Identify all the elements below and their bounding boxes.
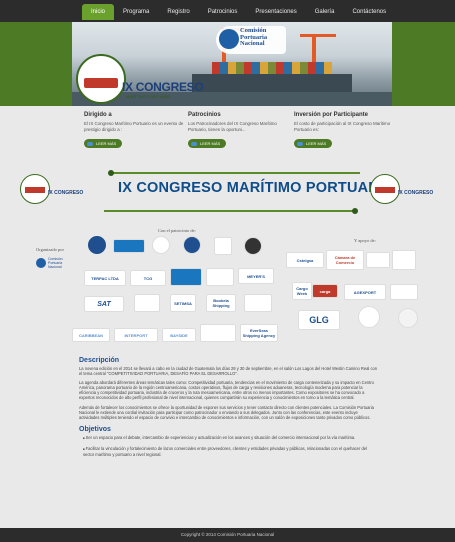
- ship-graphic: [192, 74, 352, 92]
- crane-arm-graphic: [300, 34, 336, 37]
- info-title: Patrocinios: [188, 112, 221, 118]
- objectives-heading: Objetivos: [79, 425, 111, 433]
- description-paragraph: La agenda abordará diferentes áreas temá…: [79, 380, 374, 401]
- congreso-banner: IX CONGRESO IX CONGRESO MARÍTIMO PORTUAR…: [0, 166, 455, 218]
- sponsor-logo[interactable]: [200, 324, 236, 342]
- description-paragraph: Además de fortalecer los conocimientos s…: [79, 404, 374, 420]
- support-logo-cargo-week[interactable]: Cargo Week: [292, 282, 312, 300]
- info-title: Dirigido a: [84, 112, 112, 118]
- description-heading: Descripción: [79, 357, 120, 364]
- sponsor-logo-setimsa[interactable]: SETIMSA: [170, 294, 196, 312]
- congreso-logo-subtitle: MARÍTIMO PORTUARIO: [126, 94, 171, 99]
- sponsor-logo-meyers[interactable]: MEYER'S: [238, 268, 274, 284]
- objectives-list: Ser un espacio para el debate, intercamb…: [79, 435, 379, 457]
- organized-by-label: Organizado por: [36, 247, 65, 252]
- nav-presentaciones[interactable]: Presentaciones: [246, 4, 305, 20]
- info-inversion: Inversión por Participante El costo de p…: [294, 112, 394, 150]
- objective-item: Ser un espacio para el debate, intercamb…: [83, 435, 379, 441]
- description-paragraph: La novena edición en el 2014 se llevará …: [79, 366, 378, 377]
- sponsor-logo[interactable]: [244, 237, 262, 255]
- sponsor-logo[interactable]: [206, 268, 234, 286]
- leer-mas-button[interactable]: LEER MÁS: [84, 139, 123, 149]
- support-logo[interactable]: [366, 252, 390, 268]
- leer-mas-button[interactable]: LEER MÁS: [188, 139, 227, 149]
- divider-line: [110, 172, 360, 174]
- banner-logo-right: IX CONGRESO: [370, 174, 436, 206]
- nav-contactenos[interactable]: Contáctenos: [343, 4, 395, 20]
- sponsor-logo-bookela[interactable]: Bookela Shipping: [206, 294, 236, 312]
- sponsor-logo-everseas[interactable]: EverSeas Shipping Agency: [240, 324, 278, 342]
- sponsor-logo-interport[interactable]: INTERPORT: [114, 328, 158, 342]
- ship-emblem-icon: [370, 174, 400, 204]
- sponsor-logo-terpac[interactable]: TERPAC LTDA: [84, 270, 126, 286]
- sponsor-logo-caribbean[interactable]: CARIBBEAN: [72, 328, 110, 342]
- sponsor-logo[interactable]: [113, 239, 145, 253]
- nav-patrocinios[interactable]: Patrocinios: [199, 4, 247, 20]
- footer-copyright: Copyright © 2014 Comisión Portuaria Naci…: [180, 532, 275, 537]
- sponsor-logo[interactable]: [134, 294, 160, 312]
- divider-line: [104, 210, 354, 212]
- arrow-icon: [191, 142, 197, 147]
- nav-registro[interactable]: Registro: [158, 4, 198, 20]
- divider-dot: [352, 208, 358, 214]
- cpn-logo: Comisión Portuaria Nacional: [216, 26, 286, 54]
- sponsor-logo-tcg[interactable]: TCG: [130, 270, 166, 286]
- main-nav: Inicio Programa Registro Patrocinios Pre…: [82, 4, 395, 20]
- cpn-emblem-icon: [219, 29, 239, 49]
- support-label: Y apoyo de:: [354, 238, 376, 243]
- cpn-logo-text: Comisión Portuaria Nacional: [240, 27, 268, 47]
- congreso-logo: IX CONGRESO MARÍTIMO PORTUARIO: [76, 54, 210, 104]
- support-logo-glg[interactable]: GLG: [298, 310, 340, 330]
- objective-item: Facilitar la vinculación y fortalecimien…: [83, 446, 379, 457]
- ship-emblem-icon: [20, 174, 50, 204]
- sponsor-logo[interactable]: [170, 268, 202, 286]
- support-logo-agexport[interactable]: AGEXPORT: [344, 284, 386, 300]
- support-logo-camara[interactable]: Cámara de Comercio: [326, 250, 364, 270]
- ship-emblem-icon: [76, 54, 126, 104]
- top-navigation-bar: Inicio Programa Registro Patrocinios Pre…: [0, 0, 455, 22]
- support-logo-cstelgsa[interactable]: Cstelgsa: [286, 252, 324, 268]
- support-logo[interactable]: [358, 306, 380, 328]
- divider-dot: [108, 170, 114, 176]
- sponsor-logo[interactable]: [244, 294, 272, 312]
- congreso-logo-title: IX CONGRESO: [122, 80, 204, 94]
- arrow-icon: [87, 142, 93, 147]
- description-section: Descripción La novena edición en el 2014…: [79, 357, 379, 462]
- nav-programa[interactable]: Programa: [114, 4, 158, 20]
- info-patrocinios: Patrocinios Los Patrocinadores del IX Co…: [188, 112, 288, 150]
- support-logo[interactable]: [390, 284, 418, 300]
- info-text: El IX Congreso Marítimo Portuario es un …: [84, 121, 184, 132]
- info-dirigido: Dirigido a El IX Congreso Marítimo Portu…: [84, 112, 184, 150]
- banner-title: IX CONGRESO MARÍTIMO PORTUARIO: [118, 180, 395, 196]
- sponsor-logo[interactable]: [183, 236, 201, 254]
- footer: Copyright © 2014 Comisión Portuaria Naci…: [0, 528, 455, 542]
- banner-logo-left: IX CONGRESO: [20, 174, 86, 206]
- arrow-icon: [297, 142, 303, 147]
- support-logo[interactable]: [392, 250, 416, 270]
- leer-mas-button[interactable]: LEER MÁS: [294, 139, 333, 149]
- info-title: Inversión por Participante: [294, 112, 369, 118]
- sponsor-logo[interactable]: [88, 236, 106, 254]
- support-logo-carga[interactable]: carga: [312, 284, 338, 298]
- sponsor-logo[interactable]: [214, 237, 232, 255]
- sponsor-logo-bayside[interactable]: BAYSIDE: [162, 328, 196, 342]
- nav-inicio[interactable]: Inicio: [82, 4, 115, 20]
- sponsor-logo-sat[interactable]: SAT: [84, 296, 124, 312]
- info-text: Los Patrocinadores del IX Congreso Marít…: [188, 121, 277, 132]
- organizer-logo: Comisión Portuaria Nacional: [36, 256, 72, 272]
- support-logo[interactable]: [398, 308, 418, 328]
- info-text: El costo de participación al IX Congreso…: [294, 121, 391, 132]
- cpn-emblem-icon: [36, 258, 46, 268]
- nav-galeria[interactable]: Galería: [306, 4, 344, 20]
- patronage-label: Con el patrocinio de:: [158, 228, 196, 233]
- sponsor-logo[interactable]: [152, 236, 170, 254]
